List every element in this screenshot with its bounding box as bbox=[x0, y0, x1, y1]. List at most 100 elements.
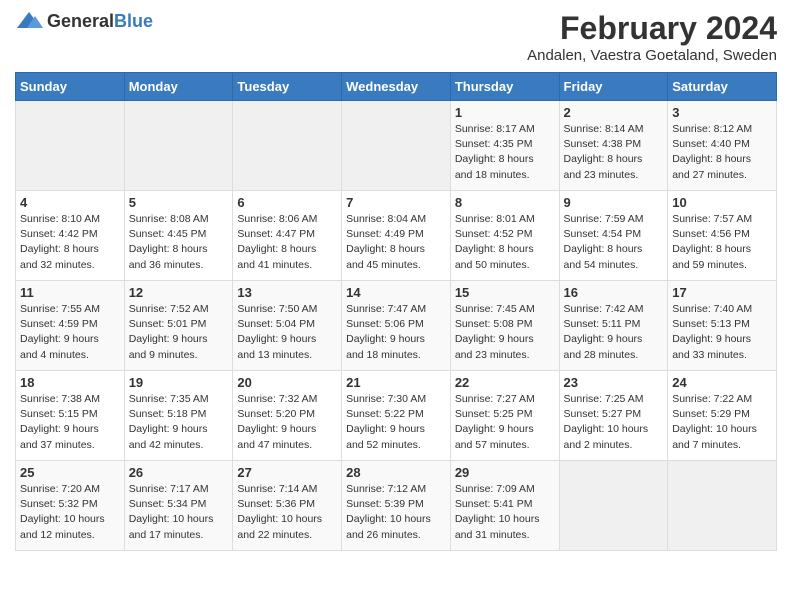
day-info: Sunrise: 7:57 AM Sunset: 4:56 PM Dayligh… bbox=[672, 212, 772, 273]
day-number: 9 bbox=[564, 195, 664, 210]
calendar-cell: 22Sunrise: 7:27 AM Sunset: 5:25 PM Dayli… bbox=[450, 371, 559, 461]
day-number: 12 bbox=[129, 285, 229, 300]
day-info: Sunrise: 7:20 AM Sunset: 5:32 PM Dayligh… bbox=[20, 482, 120, 543]
weekday-header-wednesday: Wednesday bbox=[342, 73, 451, 101]
calendar-week-row: 4Sunrise: 8:10 AM Sunset: 4:42 PM Daylig… bbox=[16, 191, 777, 281]
calendar-week-row: 18 Sunrise: 7:38 AM Sunset: 5:15 PM Dayli… bbox=[16, 371, 777, 461]
calendar-cell: 20 Sunrise: 7:32 AM Sunset: 5:20 PM Dayli… bbox=[233, 371, 342, 461]
calendar-cell: 23 Sunrise: 7:25 AM Sunset: 5:27 PM Dayli… bbox=[559, 371, 668, 461]
calendar-cell: 8 Sunrise: 8:01 AM Sunset: 4:52 PM Daylig… bbox=[450, 191, 559, 281]
day-info: Sunrise: 7:59 AM Sunset: 4:54 PM Dayligh… bbox=[564, 212, 664, 273]
day-number: 10 bbox=[672, 195, 772, 210]
day-info: Sunrise: 7:50 AM Sunset: 5:04 PM Dayligh… bbox=[237, 302, 337, 363]
weekday-header-monday: Monday bbox=[124, 73, 233, 101]
day-info: Sunrise: 7:12 AM Sunset: 5:39 PM Dayligh… bbox=[346, 482, 446, 543]
calendar-cell: 10 Sunrise: 7:57 AM Sunset: 4:56 PM Dayli… bbox=[668, 191, 777, 281]
calendar-cell bbox=[233, 101, 342, 191]
calendar-cell: 12 Sunrise: 7:52 AM Sunset: 5:01 PM Dayli… bbox=[124, 281, 233, 371]
day-info: Sunrise: 7:40 AM Sunset: 5:13 PM Dayligh… bbox=[672, 302, 772, 363]
calendar-cell: 3Sunrise: 8:12 AM Sunset: 4:40 PM Daylig… bbox=[668, 101, 777, 191]
day-number: 3 bbox=[672, 105, 772, 120]
day-number: 28 bbox=[346, 465, 446, 480]
calendar-cell: 18 Sunrise: 7:38 AM Sunset: 5:15 PM Dayli… bbox=[16, 371, 125, 461]
day-number: 15 bbox=[455, 285, 555, 300]
day-number: 8 bbox=[455, 195, 555, 210]
day-info: Sunrise: 8:17 AM Sunset: 4:35 PM Dayligh… bbox=[455, 122, 555, 183]
day-info: Sunrise: 7:52 AM Sunset: 5:01 PM Dayligh… bbox=[129, 302, 229, 363]
calendar-cell: 27Sunrise: 7:14 AM Sunset: 5:36 PM Dayli… bbox=[233, 461, 342, 551]
calendar-cell: 19 Sunrise: 7:35 AM Sunset: 5:18 PM Dayli… bbox=[124, 371, 233, 461]
subtitle: Andalen, Vaestra Goetaland, Sweden bbox=[527, 47, 777, 64]
day-number: 19 bbox=[129, 375, 229, 390]
day-info: Sunrise: 8:06 AM Sunset: 4:47 PM Dayligh… bbox=[237, 212, 337, 273]
calendar-cell: 28 Sunrise: 7:12 AM Sunset: 5:39 PM Dayli… bbox=[342, 461, 451, 551]
day-number: 23 bbox=[564, 375, 664, 390]
title-area: February 2024 Andalen, Vaestra Goetaland… bbox=[527, 10, 777, 64]
day-info: Sunrise: 7:35 AM Sunset: 5:18 PM Dayligh… bbox=[129, 392, 229, 453]
calendar-week-row: 11 Sunrise: 7:55 AM Sunset: 4:59 PM Dayli… bbox=[16, 281, 777, 371]
day-number: 4 bbox=[20, 195, 120, 210]
day-info: Sunrise: 7:45 AM Sunset: 5:08 PM Dayligh… bbox=[455, 302, 555, 363]
day-info: Sunrise: 8:14 AM Sunset: 4:38 PM Dayligh… bbox=[564, 122, 664, 183]
calendar-cell: 24 Sunrise: 7:22 AM Sunset: 5:29 PM Dayli… bbox=[668, 371, 777, 461]
day-info: Sunrise: 7:32 AM Sunset: 5:20 PM Dayligh… bbox=[237, 392, 337, 453]
day-number: 29 bbox=[455, 465, 555, 480]
day-info: Sunrise: 7:30 AM Sunset: 5:22 PM Dayligh… bbox=[346, 392, 446, 453]
day-info: Sunrise: 7:17 AM Sunset: 5:34 PM Dayligh… bbox=[129, 482, 229, 543]
day-info: Sunrise: 7:47 AM Sunset: 5:06 PM Dayligh… bbox=[346, 302, 446, 363]
calendar-header: SundayMondayTuesdayWednesdayThursdayFrid… bbox=[16, 73, 777, 101]
day-info: Sunrise: 7:38 AM Sunset: 5:15 PM Dayligh… bbox=[20, 392, 120, 453]
calendar-cell: 9 Sunrise: 7:59 AM Sunset: 4:54 PM Daylig… bbox=[559, 191, 668, 281]
day-number: 11 bbox=[20, 285, 120, 300]
logo-text-general: General bbox=[47, 11, 114, 31]
day-number: 16 bbox=[564, 285, 664, 300]
day-number: 14 bbox=[346, 285, 446, 300]
calendar-cell bbox=[559, 461, 668, 551]
day-info: Sunrise: 7:25 AM Sunset: 5:27 PM Dayligh… bbox=[564, 392, 664, 453]
day-number: 24 bbox=[672, 375, 772, 390]
calendar-cell: 16 Sunrise: 7:42 AM Sunset: 5:11 PM Dayli… bbox=[559, 281, 668, 371]
day-info: Sunrise: 7:22 AM Sunset: 5:29 PM Dayligh… bbox=[672, 392, 772, 453]
weekday-header-sunday: Sunday bbox=[16, 73, 125, 101]
day-number: 13 bbox=[237, 285, 337, 300]
calendar-cell: 25Sunrise: 7:20 AM Sunset: 5:32 PM Dayli… bbox=[16, 461, 125, 551]
day-number: 18 bbox=[20, 375, 120, 390]
calendar-cell bbox=[668, 461, 777, 551]
calendar-cell bbox=[124, 101, 233, 191]
calendar-table: SundayMondayTuesdayWednesdayThursdayFrid… bbox=[15, 72, 777, 551]
calendar-cell: 7Sunrise: 8:04 AM Sunset: 4:49 PM Daylig… bbox=[342, 191, 451, 281]
day-number: 17 bbox=[672, 285, 772, 300]
calendar-week-row: 1Sunrise: 8:17 AM Sunset: 4:35 PM Daylig… bbox=[16, 101, 777, 191]
logo-icon bbox=[15, 10, 43, 32]
calendar-cell: 17 Sunrise: 7:40 AM Sunset: 5:13 PM Dayli… bbox=[668, 281, 777, 371]
logo-text-blue: Blue bbox=[114, 11, 153, 31]
calendar-cell: 6Sunrise: 8:06 AM Sunset: 4:47 PM Daylig… bbox=[233, 191, 342, 281]
day-info: Sunrise: 7:09 AM Sunset: 5:41 PM Dayligh… bbox=[455, 482, 555, 543]
calendar-cell: 11 Sunrise: 7:55 AM Sunset: 4:59 PM Dayli… bbox=[16, 281, 125, 371]
calendar-cell: 13 Sunrise: 7:50 AM Sunset: 5:04 PM Dayli… bbox=[233, 281, 342, 371]
day-info: Sunrise: 7:55 AM Sunset: 4:59 PM Dayligh… bbox=[20, 302, 120, 363]
calendar-body: 1Sunrise: 8:17 AM Sunset: 4:35 PM Daylig… bbox=[16, 101, 777, 551]
calendar-cell: 26 Sunrise: 7:17 AM Sunset: 5:34 PM Dayli… bbox=[124, 461, 233, 551]
calendar-cell: 21 Sunrise: 7:30 AM Sunset: 5:22 PM Dayli… bbox=[342, 371, 451, 461]
day-info: Sunrise: 8:08 AM Sunset: 4:45 PM Dayligh… bbox=[129, 212, 229, 273]
calendar-week-row: 25Sunrise: 7:20 AM Sunset: 5:32 PM Dayli… bbox=[16, 461, 777, 551]
calendar-cell: 15 Sunrise: 7:45 AM Sunset: 5:08 PM Dayli… bbox=[450, 281, 559, 371]
day-info: Sunrise: 7:42 AM Sunset: 5:11 PM Dayligh… bbox=[564, 302, 664, 363]
logo: GeneralBlue bbox=[15, 10, 153, 32]
calendar-cell: 1Sunrise: 8:17 AM Sunset: 4:35 PM Daylig… bbox=[450, 101, 559, 191]
weekday-header-saturday: Saturday bbox=[668, 73, 777, 101]
calendar-cell: 5Sunrise: 8:08 AM Sunset: 4:45 PM Daylig… bbox=[124, 191, 233, 281]
header: GeneralBlue February 2024 Andalen, Vaest… bbox=[15, 10, 777, 64]
day-number: 21 bbox=[346, 375, 446, 390]
day-info: Sunrise: 7:27 AM Sunset: 5:25 PM Dayligh… bbox=[455, 392, 555, 453]
main-title: February 2024 bbox=[527, 10, 777, 47]
day-info: Sunrise: 7:14 AM Sunset: 5:36 PM Dayligh… bbox=[237, 482, 337, 543]
day-info: Sunrise: 8:01 AM Sunset: 4:52 PM Dayligh… bbox=[455, 212, 555, 273]
weekday-header-tuesday: Tuesday bbox=[233, 73, 342, 101]
day-number: 26 bbox=[129, 465, 229, 480]
day-number: 7 bbox=[346, 195, 446, 210]
weekday-header-friday: Friday bbox=[559, 73, 668, 101]
day-number: 20 bbox=[237, 375, 337, 390]
day-number: 2 bbox=[564, 105, 664, 120]
